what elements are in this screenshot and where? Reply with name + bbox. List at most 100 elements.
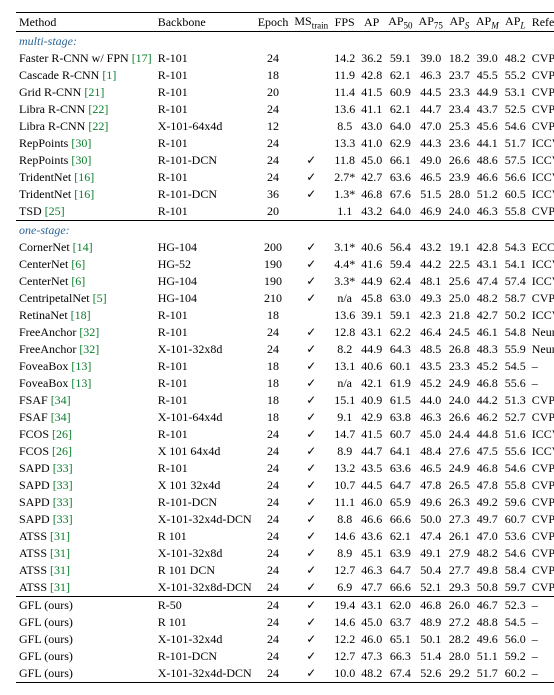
ms-cell: ✓ [291,392,331,409]
section-header: one-stage: [16,221,554,240]
epoch-cell: 200 [255,239,292,256]
ap-cell: 46.6 [358,511,385,528]
epoch-cell: 24 [255,50,292,67]
backbone-cell: R-101 [155,67,255,84]
citation-link[interactable]: [6] [71,257,85,271]
ap75-cell: 44.0 [416,392,446,409]
ap-cell: 48.2 [358,665,385,683]
citation-link[interactable]: [26] [52,427,72,441]
method-cell: ATSS [31] [16,579,155,597]
method-cell: FCOS [26] [16,426,155,443]
apl-cell: 55.6 [502,443,529,460]
aps-cell: 28.0 [446,186,473,203]
citation-link[interactable]: [33] [53,478,73,492]
epoch-cell: 24 [255,614,292,631]
citation-link[interactable]: [16] [74,187,94,201]
ms-cell: ✓ [291,460,331,477]
table-row: SAPD [33]X-101-32x4d-DCN24✓8.846.666.650… [16,511,554,528]
citation-link[interactable]: [31] [50,529,70,543]
method-cell: FreeAnchor [32] [16,341,155,358]
method-cell: GFL (ours) [16,665,155,683]
apl-cell: 54.5 [502,358,529,375]
apm-cell: 46.8 [473,460,502,477]
backbone-cell: HG-52 [155,256,255,273]
apl-cell: 60.5 [502,186,529,203]
ms-cell: ✓ [291,409,331,426]
citation-link[interactable]: [21] [84,85,104,99]
citation-link[interactable]: [25] [45,204,65,218]
apm-cell: 48.6 [473,152,502,169]
table-row: FoveaBox [13]R-10118✓13.140.660.143.523.… [16,358,554,375]
citation-link[interactable]: [1] [102,68,116,82]
backbone-cell: R 101 [155,528,255,545]
citation-link[interactable]: [17] [132,51,152,65]
ms-cell: ✓ [291,545,331,562]
aps-cell: 24.5 [446,324,473,341]
ap75-cell: 50.0 [416,511,446,528]
citation-link[interactable]: [18] [71,308,91,322]
citation-link[interactable]: [30] [71,136,91,150]
table-row: Faster R-CNN w/ FPN [17]R-1012414.236.25… [16,50,554,67]
ref-cell: ECCV18 [529,239,554,256]
citation-link[interactable]: [22] [88,102,108,116]
ap-cell: 43.0 [358,118,385,135]
ref-cell: ICCV17 [529,307,554,324]
citation-link[interactable]: [13] [71,359,91,373]
fps-cell: n/a [331,290,358,307]
ref-cell: NeurIPS19 [529,324,554,341]
ap75-cell: 46.4 [416,324,446,341]
citation-link[interactable]: [22] [88,119,108,133]
ref-cell: CVPR20 [529,290,554,307]
aps-cell: 26.6 [446,152,473,169]
citation-link[interactable]: [31] [50,580,70,594]
backbone-cell: X-101-32x4d-DCN [155,665,255,683]
ref-cell: – [529,665,554,683]
ap50-cell: 66.3 [385,648,415,665]
apm-cell: 51.2 [473,186,502,203]
method-cell: Libra R-CNN [22] [16,101,155,118]
aps-cell: 27.6 [446,443,473,460]
backbone-cell: X-101-64x4d [155,118,255,135]
citation-link[interactable]: [32] [79,325,99,339]
citation-link[interactable]: [14] [73,240,93,254]
ms-cell: ✓ [291,169,331,186]
ap50-cell: 59.1 [385,50,415,67]
citation-link[interactable]: [32] [79,342,99,356]
citation-link[interactable]: [5] [93,291,107,305]
method-cell: TSD [25] [16,203,155,221]
ap75-cell: 46.9 [416,203,446,221]
ref-cell: CVPR20 [529,545,554,562]
citation-link[interactable]: [16] [74,170,94,184]
ap50-cell: 60.9 [385,84,415,101]
epoch-cell: 24 [255,169,292,186]
epoch-cell: 18 [255,409,292,426]
citation-link[interactable]: [34] [51,393,71,407]
citation-link[interactable]: [34] [51,410,71,424]
citation-link[interactable]: [13] [71,376,91,390]
method-cell: GFL (ours) [16,631,155,648]
apl-cell: 54.3 [502,239,529,256]
ms-cell: ✓ [291,324,331,341]
table-row: CenterNet [6]HG-52190✓4.4*41.659.444.222… [16,256,554,273]
citation-link[interactable]: [31] [50,563,70,577]
apl-cell: 55.9 [502,341,529,358]
ap50-cell: 62.1 [385,67,415,84]
citation-link[interactable]: [33] [53,495,73,509]
ref-cell: CVPR20 [529,528,554,545]
citation-link[interactable]: [33] [53,512,73,526]
table-row: ATSS [31]R 10124✓14.643.662.147.426.147.… [16,528,554,545]
apl-cell: 60.2 [502,665,529,683]
citation-link[interactable]: [30] [71,153,91,167]
table-row: ATSS [31]R 101 DCN24✓12.746.364.750.427.… [16,562,554,579]
citation-link[interactable]: [26] [52,444,72,458]
epoch-cell: 24 [255,152,292,169]
fps-cell: n/a [331,375,358,392]
citation-link[interactable]: [31] [50,546,70,560]
apm-cell: 46.2 [473,409,502,426]
table-row: FreeAnchor [32]R-10124✓12.843.162.246.42… [16,324,554,341]
citation-link[interactable]: [6] [71,274,85,288]
ms-cell: ✓ [291,186,331,203]
apm-cell: 50.8 [473,579,502,597]
citation-link[interactable]: [33] [53,461,73,475]
ap50-cell: 62.0 [385,597,415,615]
